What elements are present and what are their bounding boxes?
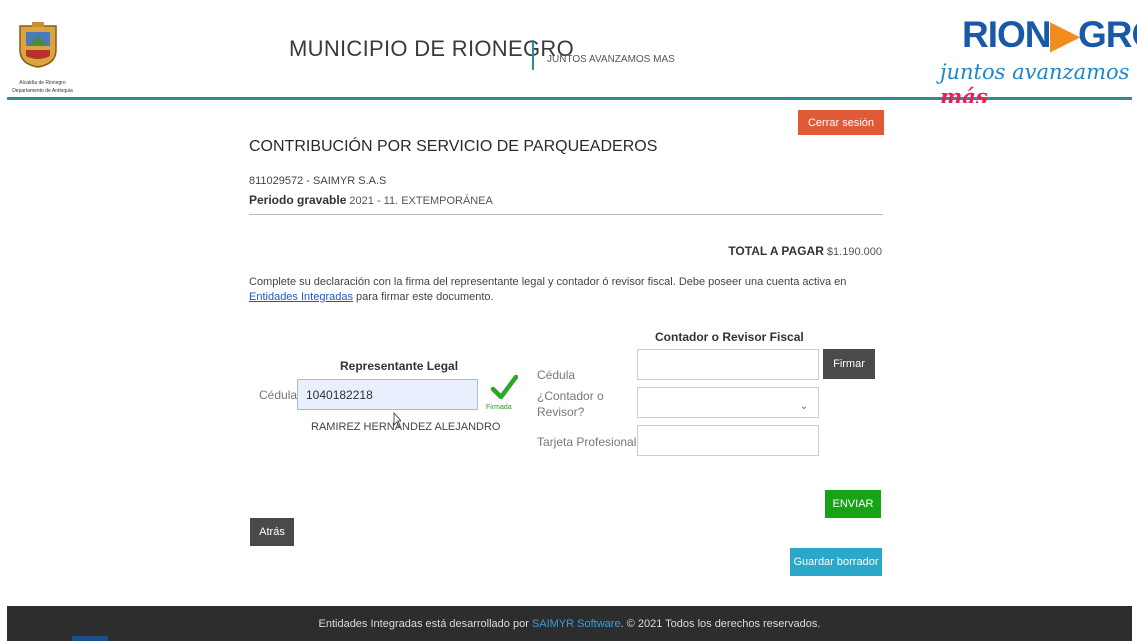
tax-period-label: Periodo gravable [249,193,347,207]
total-value: $1.190.000 [823,246,882,258]
footer-text-post: . © 2021 Todos los derechos reservados. [620,617,821,630]
logo-word-start: RION [962,14,1051,55]
footer-text-pre: Entidades Integradas está desarrollado p… [318,617,529,630]
tax-period: Periodo gravable 2021 - 11. EXTEMPORÁNEA [249,193,493,207]
logo-word-end: GRO [1077,14,1137,55]
saimyr-software-link[interactable]: SAIMYR Software [532,618,621,630]
professional-card-label: Tarjeta Profesional [537,435,637,449]
total-to-pay: TOTAL A PAGAR $1.190.000 [728,244,882,258]
site-footer: Entidades Integradas está desarrollado p… [7,606,1132,641]
rionegro-logo: RION▶GRO [962,16,1137,53]
back-button[interactable]: Atrás [250,518,294,546]
instructions-pre: Complete su declaración con la firma del… [249,276,847,288]
logo-slogan-main: juntos avanzamos [940,60,1130,84]
representative-cedula-input[interactable]: 1040182218 [297,379,478,410]
representative-name: RAMIREZ HERNANDEZ ALEJANDRO [311,421,501,433]
accountant-cedula-label: Cédula [537,368,576,382]
chevron-down-icon: ⌄ [799,401,808,412]
checkmark-icon [490,374,518,400]
professional-card-input[interactable] [637,425,819,456]
site-header: Alcaldía de Rionegro Departamento de Ant… [7,0,1137,109]
save-draft-button[interactable]: Guardar borrador [790,548,882,576]
representative-cedula-label: Cédula [259,388,298,402]
tax-period-value: 2021 - 11. EXTEMPORÁNEA [346,195,493,207]
declaration-panel [7,103,1132,606]
page-title: CONTRIBUCIÓN POR SERVICIO DE PARQUEADERO… [249,138,658,155]
accountant-cedula-input[interactable] [637,349,819,380]
representative-heading: Representante Legal [340,359,459,373]
header-divider [532,40,534,70]
mouse-cursor-icon [393,412,401,428]
municipal-seal-icon [19,22,57,68]
entidades-integradas-link[interactable]: Entidades Integradas [249,291,353,303]
total-label: TOTAL A PAGAR [728,244,824,258]
section-divider [249,214,883,215]
role-label-line1: ¿Contador o [537,389,604,403]
seal-subcaption: Departamento de Antioquia [12,88,73,94]
rionegro-logo-slogan: juntos avanzamos más [940,60,1132,109]
taxpayer-id: 811029572 - SAIMYR S.A.S [249,175,387,187]
logo-arrow-icon: ▶ [1050,14,1079,55]
seal-caption: Alcaldía de Rionegro [19,80,66,86]
instructions-text: Complete su declaración con la firma del… [249,275,889,305]
role-select[interactable]: ⌄ [637,387,819,418]
accountant-heading: Contador o Revisor Fiscal [655,330,804,344]
taskbar-fragment [72,636,108,641]
role-label-line2: Revisor? [537,405,585,419]
municipality-tagline: JUNTOS AVANZAMOS MAS [547,54,675,65]
sign-button[interactable]: Firmar [823,349,875,379]
submit-button[interactable]: ENVIAR [825,490,881,518]
instructions-post: para firmar este documento. [352,291,494,303]
logout-button[interactable]: Cerrar sesión [798,110,884,135]
signed-status: Firmada [486,404,512,411]
